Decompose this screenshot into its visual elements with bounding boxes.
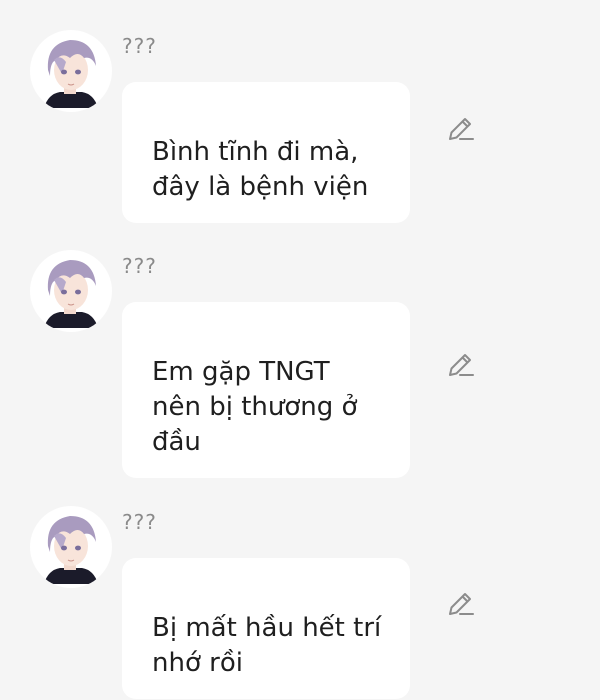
avatar[interactable] — [30, 30, 112, 112]
message-bubble: Bị mất hầu hết trí nhớ rồi — [122, 558, 410, 699]
message-bubble: Em gặp TNGT nên bị thương ở đầu — [122, 302, 410, 478]
sender-name: ??? — [122, 510, 157, 534]
sender-name: ??? — [122, 254, 157, 278]
pencil-edit-icon[interactable] — [444, 349, 476, 381]
avatar[interactable] — [30, 250, 112, 332]
avatar-image — [44, 260, 98, 328]
avatar-image — [44, 516, 98, 584]
avatar[interactable] — [30, 506, 112, 588]
pencil-edit-icon[interactable] — [444, 588, 476, 620]
message-text: Em gặp TNGT nên bị thương ở đầu — [152, 357, 358, 457]
message-text: Bị mất hầu hết trí nhớ rồi — [152, 613, 382, 678]
sender-name: ??? — [122, 34, 157, 58]
message-bubble: Bình tĩnh đi mà, đây là bệnh viện — [122, 82, 410, 223]
avatar-image — [44, 40, 98, 108]
pencil-edit-icon[interactable] — [444, 113, 476, 145]
message-text: Bình tĩnh đi mà, đây là bệnh viện — [152, 137, 369, 202]
